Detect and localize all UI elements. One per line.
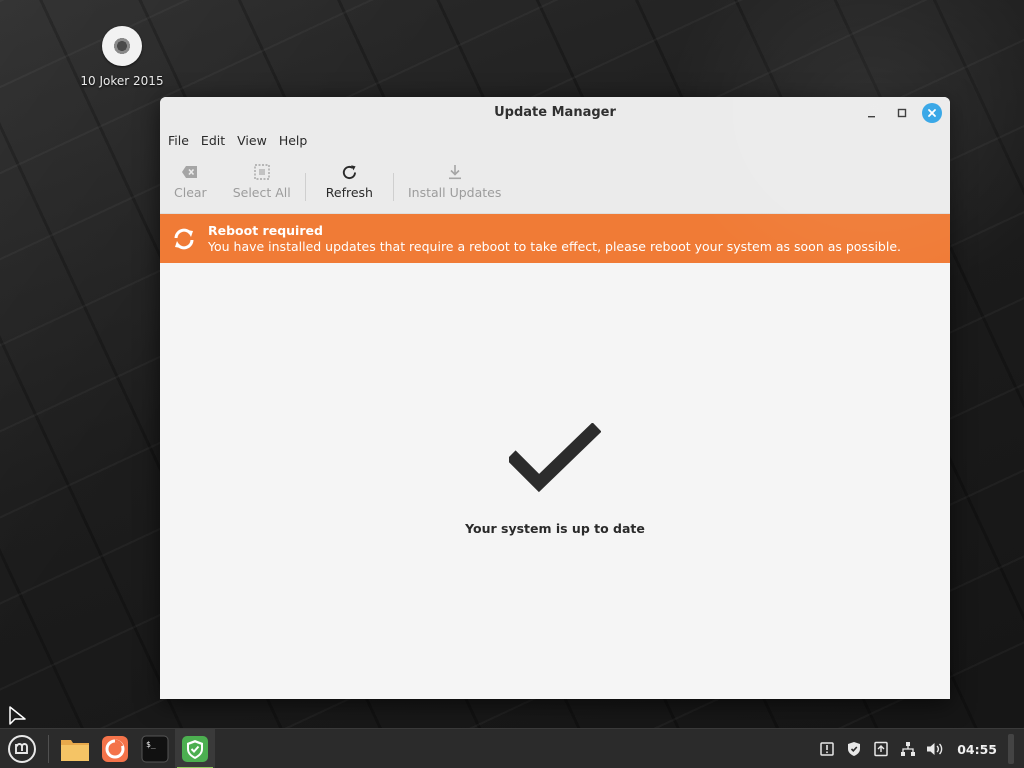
update-icon <box>874 741 888 757</box>
window-title: Update Manager <box>494 105 616 120</box>
volume-tray-button[interactable] <box>926 740 944 758</box>
maximize-icon <box>897 108 907 118</box>
files-icon <box>61 740 89 761</box>
title-bar[interactable]: Update Manager <box>160 97 950 129</box>
minimize-icon <box>868 116 875 118</box>
terminal-launcher[interactable]: $_ <box>135 729 175 768</box>
notification-icon <box>820 742 834 756</box>
firefox-launcher[interactable] <box>95 729 135 768</box>
toolbar-separator <box>304 173 306 201</box>
install-updates-button[interactable]: Install Updates <box>396 163 513 200</box>
disc-icon <box>102 26 142 66</box>
menu-view[interactable]: View <box>231 133 273 148</box>
checkmark-icon <box>509 423 601 493</box>
menu-bar: File Edit View Help <box>160 129 950 151</box>
desktop: 10 Joker 2015 Update Manager File Edit V… <box>0 0 1024 768</box>
update-manager-window: Update Manager File Edit View Help Clear… <box>160 97 950 699</box>
toolbar: Clear Select All Refresh Install Updates <box>160 151 950 214</box>
refresh-label: Refresh <box>325 185 373 200</box>
toolbar-separator <box>392 173 394 201</box>
update-manager-icon <box>182 736 208 762</box>
svg-text:$_: $_ <box>146 740 156 749</box>
select-all-button[interactable]: Select All <box>221 163 303 200</box>
show-desktop-button[interactable] <box>1008 734 1014 764</box>
install-updates-label: Install Updates <box>407 185 502 200</box>
status-area: Your system is up to date <box>160 423 950 536</box>
taskbar-left: $_ <box>0 729 215 768</box>
status-message: Your system is up to date <box>465 521 645 536</box>
mouse-cursor-icon <box>9 706 26 725</box>
notification-tray-button[interactable] <box>818 740 836 758</box>
refresh-icon <box>339 163 359 181</box>
firefox-icon <box>102 736 128 762</box>
maximize-button[interactable] <box>892 103 912 123</box>
select-all-label: Select All <box>232 185 291 200</box>
banner-title: Reboot required <box>208 222 323 238</box>
clear-label: Clear <box>174 185 207 200</box>
close-icon <box>928 109 936 117</box>
menu-file[interactable]: File <box>162 133 195 148</box>
taskbar: $_ 04:55 <box>0 728 1024 768</box>
window-controls <box>862 103 942 123</box>
update-manager-launcher[interactable] <box>175 729 215 768</box>
system-tray: 04:55 <box>818 729 1024 768</box>
clear-button[interactable]: Clear <box>160 163 221 200</box>
backspace-icon <box>180 163 200 181</box>
minimize-button[interactable] <box>862 103 882 123</box>
terminal-icon: $_ <box>141 735 169 763</box>
update-tray-button[interactable] <box>872 740 890 758</box>
network-icon <box>901 742 916 756</box>
desktop-icon-label: 10 Joker 2015 <box>80 74 164 88</box>
volume-icon <box>927 743 943 755</box>
download-icon <box>445 163 465 181</box>
menu-help[interactable]: Help <box>273 133 314 148</box>
security-tray-button[interactable] <box>845 740 863 758</box>
desktop-icon-disc[interactable]: 10 Joker 2015 <box>72 25 172 88</box>
clock[interactable]: 04:55 <box>957 742 997 757</box>
close-button[interactable] <box>922 103 942 123</box>
reboot-banner: Reboot required You have installed updat… <box>160 214 950 263</box>
shield-icon <box>848 742 861 756</box>
mint-menu-icon <box>8 735 36 763</box>
mint-menu-button[interactable] <box>0 729 44 768</box>
main-content: Your system is up to date <box>160 263 950 699</box>
network-tray-button[interactable] <box>899 740 917 758</box>
banner-text: Reboot required You have installed updat… <box>208 223 901 255</box>
refresh-icon <box>160 227 208 251</box>
taskbar-separator <box>48 735 49 763</box>
menu-edit[interactable]: Edit <box>195 133 231 148</box>
select-all-icon <box>252 163 272 181</box>
files-launcher[interactable] <box>55 729 95 768</box>
banner-message: You have installed updates that require … <box>208 238 902 254</box>
refresh-button[interactable]: Refresh <box>308 163 391 200</box>
